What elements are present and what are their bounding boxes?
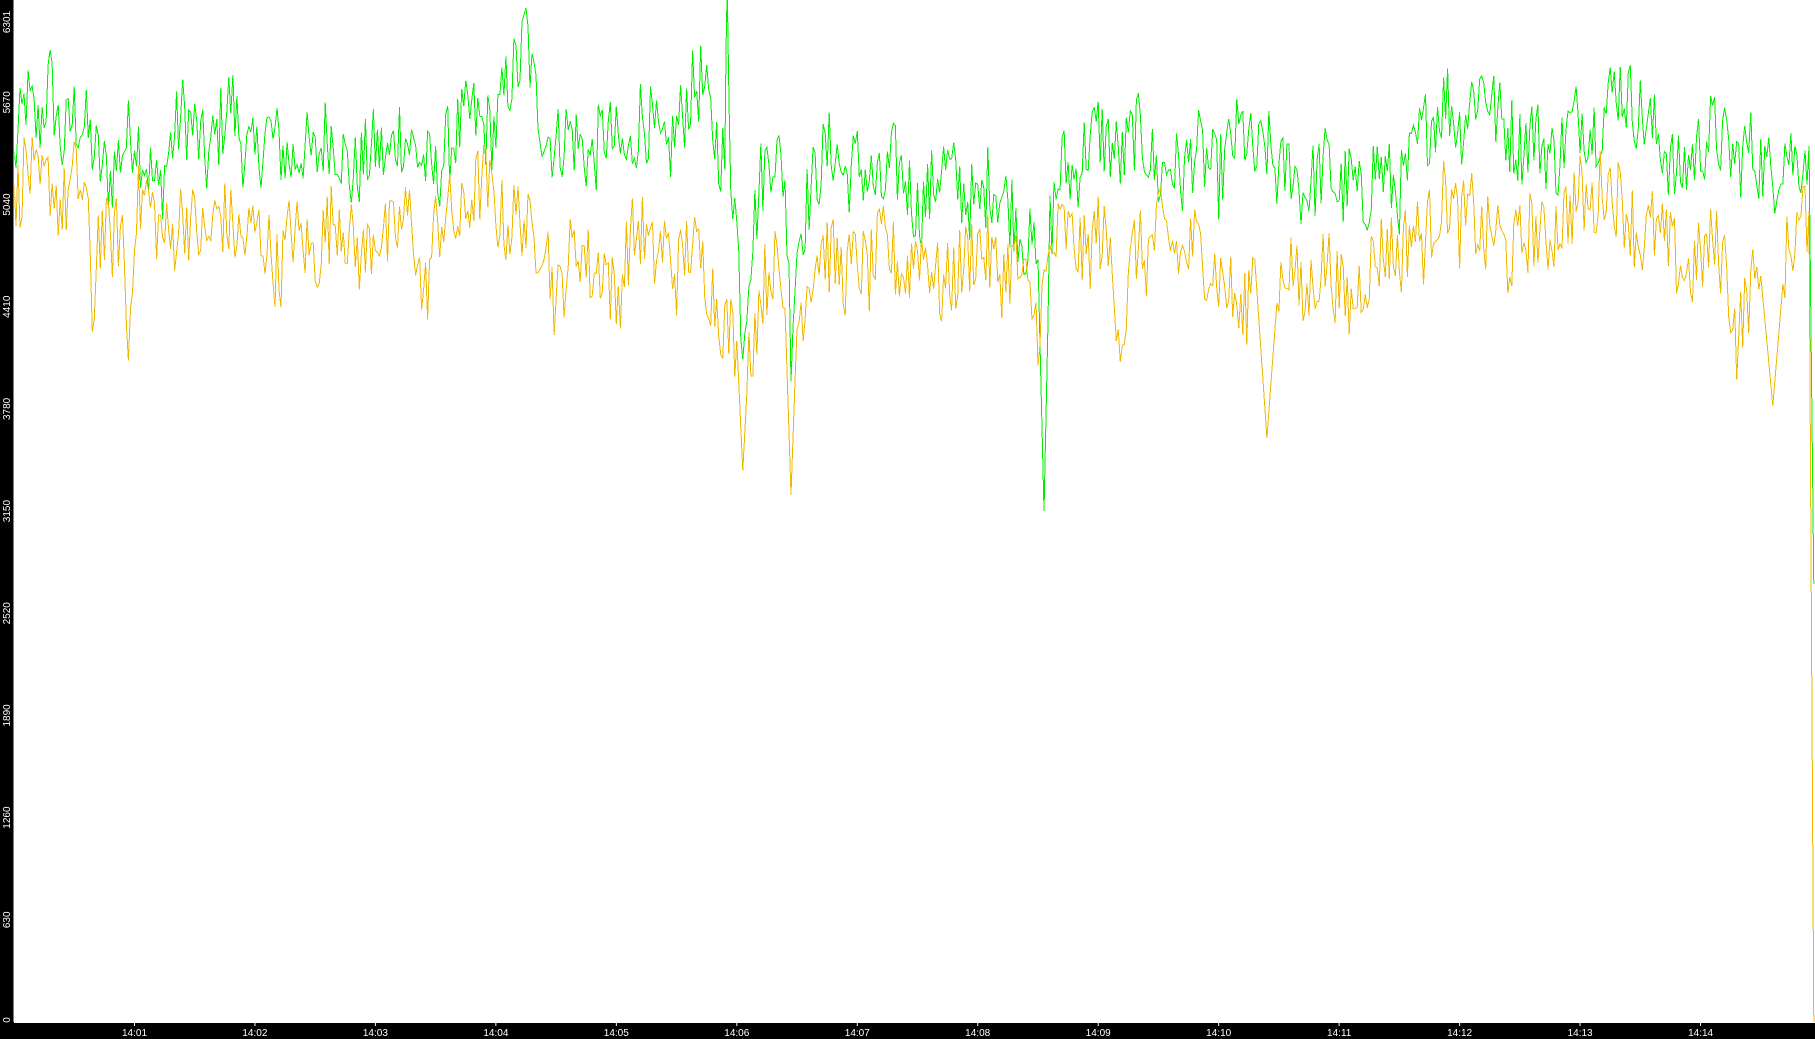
- x-tick-label: 14:01: [122, 1028, 147, 1039]
- x-tick-label: 14:08: [965, 1028, 990, 1039]
- x-tick-label: 14:02: [242, 1028, 267, 1039]
- x-tick-label: 14:06: [724, 1028, 749, 1039]
- y-tick-label: 0: [2, 1017, 13, 1023]
- x-tick-label: 14:12: [1447, 1028, 1472, 1039]
- x-tick-label: 14:11: [1327, 1028, 1352, 1039]
- chart-container: 0 630 1260 1890 2520 3150 3780 4410 5040 5670 6301…: [0, 0, 1815, 1039]
- x-tick-label: 14:03: [363, 1028, 388, 1039]
- x-tick-label: 14:05: [604, 1028, 629, 1039]
- y-tick-label: 3780: [2, 397, 13, 420]
- y-tick-label: 5670: [2, 91, 13, 114]
- x-tick-label: 14:04: [483, 1028, 508, 1039]
- y-tick-label: 1890: [2, 704, 13, 727]
- x-tick-label: 14:10: [1206, 1028, 1231, 1039]
- y-tick-label: 4410: [2, 295, 13, 318]
- x-tick-label: 14:13: [1568, 1028, 1593, 1039]
- y-tick-label: 2520: [2, 602, 13, 625]
- x-axis: 14:01 14:02 14:03 14:04 14:05 14:06 14:07 14:08…: [14, 1022, 1815, 1039]
- y-axis: 0 630 1260 1890 2520 3150 3780 4410 5040 5670 6301: [2, 0, 15, 1023]
- y-tick-label: 5040: [2, 193, 13, 216]
- x-tick-label: 14:14: [1688, 1028, 1713, 1039]
- x-tick-label: 14:09: [1086, 1028, 1111, 1039]
- line-chart: 0 630 1260 1890 2520 3150 3780 4410 5040 5670 6301…: [2, 0, 1815, 1039]
- x-tick-label: 14:07: [845, 1028, 870, 1039]
- y-tick-label: 3150: [2, 500, 13, 523]
- y-tick-label: 630: [2, 911, 13, 928]
- y-tick-label: 1260: [2, 806, 13, 829]
- y-tick-label: 6301: [2, 10, 13, 33]
